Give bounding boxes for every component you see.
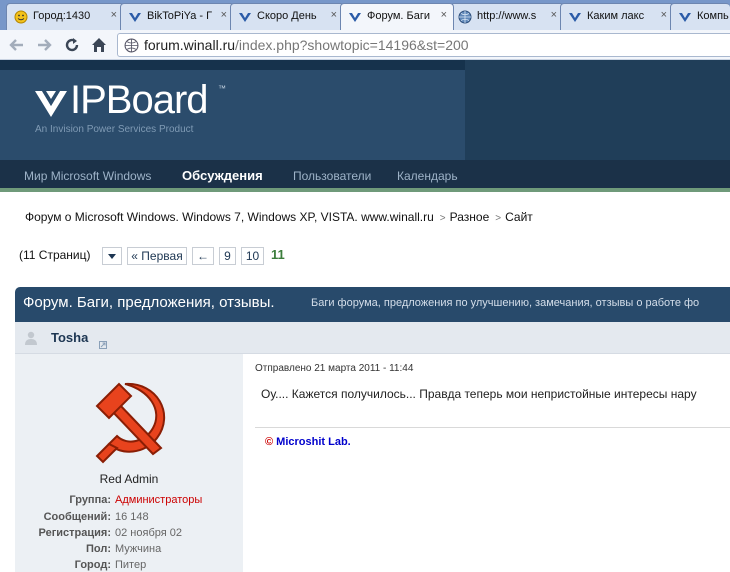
info-label: Регистрация: (38, 527, 111, 539)
tab-title: BikToPiYa - Г (147, 10, 213, 22)
tab-title: Компь (697, 10, 729, 22)
info-label: Город: (74, 559, 111, 571)
signature-text[interactable]: Microshit Lab. (276, 436, 351, 448)
breadcrumb: Форум о Microsoft Windows. Windows 7, Wi… (25, 210, 533, 224)
address-url: forum.winall.ru/index.php?showtopic=1419… (144, 37, 469, 53)
url-path: /index.php?showtopic=14196&st=200 (235, 37, 469, 53)
topic-header: Форум. Баги, предложения, отзывы. Баги ф… (15, 287, 730, 322)
close-icon[interactable]: × (111, 9, 117, 21)
page-link-10[interactable]: 10 (241, 247, 264, 265)
profile-card-icon[interactable] (99, 334, 107, 353)
close-icon[interactable]: × (441, 9, 447, 21)
site-logo-text[interactable]: IPBoard (70, 78, 209, 123)
post-body: Red Admin Группа: Администраторы Сообщен… (15, 354, 730, 572)
page-link-9[interactable]: 9 (219, 247, 236, 265)
close-icon[interactable]: × (661, 9, 667, 21)
trademark-symbol: ™ (218, 84, 226, 93)
home-icon[interactable] (88, 34, 110, 56)
tab-title: Каким лакс (587, 10, 645, 22)
post-header: Tosha (15, 322, 730, 354)
author-rank: Red Admin (99, 472, 159, 486)
breadcrumb-forum[interactable]: Форум о Microsoft Windows. Windows 7, Wi… (25, 210, 434, 224)
breadcrumb-site[interactable]: Сайт (505, 210, 533, 224)
nav-item-discussions[interactable]: Обсуждения (182, 168, 263, 183)
info-value: 16 148 (115, 511, 149, 523)
copyright-symbol: © (265, 436, 274, 448)
tab-title: Скоро День (257, 10, 317, 22)
reload-icon[interactable] (61, 34, 83, 56)
browser-tab-active[interactable]: Форум. Баги × (340, 3, 454, 30)
ipb-logo-icon (238, 10, 252, 24)
topic-description: Баги форума, предложения по улучшению, з… (311, 297, 700, 309)
header-stripe (0, 60, 465, 70)
caret-down-icon (108, 249, 116, 263)
post-date: Отправлено 21 марта 2011 - 11:44 (255, 363, 414, 374)
close-icon[interactable]: × (221, 9, 227, 21)
browser-tab[interactable]: BikToPiYa - Г × (120, 3, 234, 30)
page-jump-dropdown[interactable] (102, 247, 122, 265)
globe-icon (458, 10, 472, 24)
nav-item-users[interactable]: Пользователи (293, 169, 371, 183)
breadcrumb-separator: > (439, 213, 446, 224)
nav-item-calendar[interactable]: Календарь (397, 169, 458, 183)
close-icon[interactable]: × (331, 9, 337, 21)
prev-page-button[interactable]: ← (192, 247, 214, 265)
post-author-name[interactable]: Tosha (51, 330, 88, 345)
tab-title: Город:1430 (33, 10, 91, 22)
smiley-icon (14, 10, 28, 24)
site-logo-subtitle: An Invision Power Services Product (35, 124, 194, 135)
topic-title: Форум. Баги, предложения, отзывы. (23, 294, 275, 311)
back-arrow-icon[interactable] (6, 34, 28, 56)
hammer-sickle-avatar[interactable] (87, 376, 177, 470)
ipb-logo-icon (678, 10, 692, 24)
page-count-label: (11 Страниц) (19, 248, 91, 262)
url-host: forum.winall.ru (144, 37, 236, 53)
post-signature: © Microshit Lab. (265, 436, 351, 448)
ipb-logo-icon (128, 10, 142, 24)
browser-tab[interactable]: Компь (670, 3, 730, 30)
close-icon[interactable]: × (551, 9, 557, 21)
first-page-button[interactable]: « Первая (127, 247, 187, 265)
info-value: 02 ноября 02 (115, 527, 182, 539)
tab-title: Форум. Баги (367, 10, 431, 22)
primary-nav: Мир Microsoft Windows Обсуждения Пользов… (0, 160, 730, 192)
info-value: Питер (115, 559, 147, 571)
site-header: IPBoard ™ An Invision Power Services Pro… (0, 60, 730, 160)
signature-divider (255, 427, 730, 428)
browser-tab[interactable]: Город:1430 × (6, 3, 124, 30)
browser-tab[interactable]: http://www.s × (450, 3, 564, 30)
post-text: Оу.... Кажется получилось... Правда тепе… (261, 387, 697, 401)
browser-tab[interactable]: Каким лакс × (560, 3, 674, 30)
page-info-icon[interactable] (124, 38, 139, 57)
author-info-panel: Red Admin Группа: Администраторы Сообщен… (15, 354, 243, 572)
ipb-logo-icon (348, 10, 362, 24)
info-label: Пол: (85, 543, 111, 555)
info-label: Группа: (69, 494, 111, 506)
current-page: 11 (271, 247, 285, 262)
info-value: Администраторы (115, 494, 203, 506)
user-offline-icon (23, 330, 39, 350)
browser-tab[interactable]: Скоро День × (230, 3, 344, 30)
browser-tab-strip: Город:1430 × BikToPiYa - Г × Скоро День … (0, 0, 730, 30)
breadcrumb-misc[interactable]: Разное (450, 210, 490, 224)
breadcrumb-separator: > (495, 213, 502, 224)
forward-arrow-icon[interactable] (33, 34, 55, 56)
tab-title: http://www.s (477, 10, 537, 22)
post-content: Отправлено 21 марта 2011 - 11:44 Оу.... … (243, 354, 730, 572)
browser-toolbar: forum.winall.ru/index.php?showtopic=1419… (0, 30, 730, 60)
nav-item-windows-world[interactable]: Мир Microsoft Windows (24, 169, 151, 183)
address-bar[interactable]: forum.winall.ru/index.php?showtopic=1419… (117, 33, 730, 57)
ipb-logo-icon (568, 10, 582, 24)
info-label: Сообщений: (43, 511, 111, 523)
info-value: Мужчина (115, 543, 162, 555)
ipboard-logo-icon[interactable] (35, 87, 67, 123)
